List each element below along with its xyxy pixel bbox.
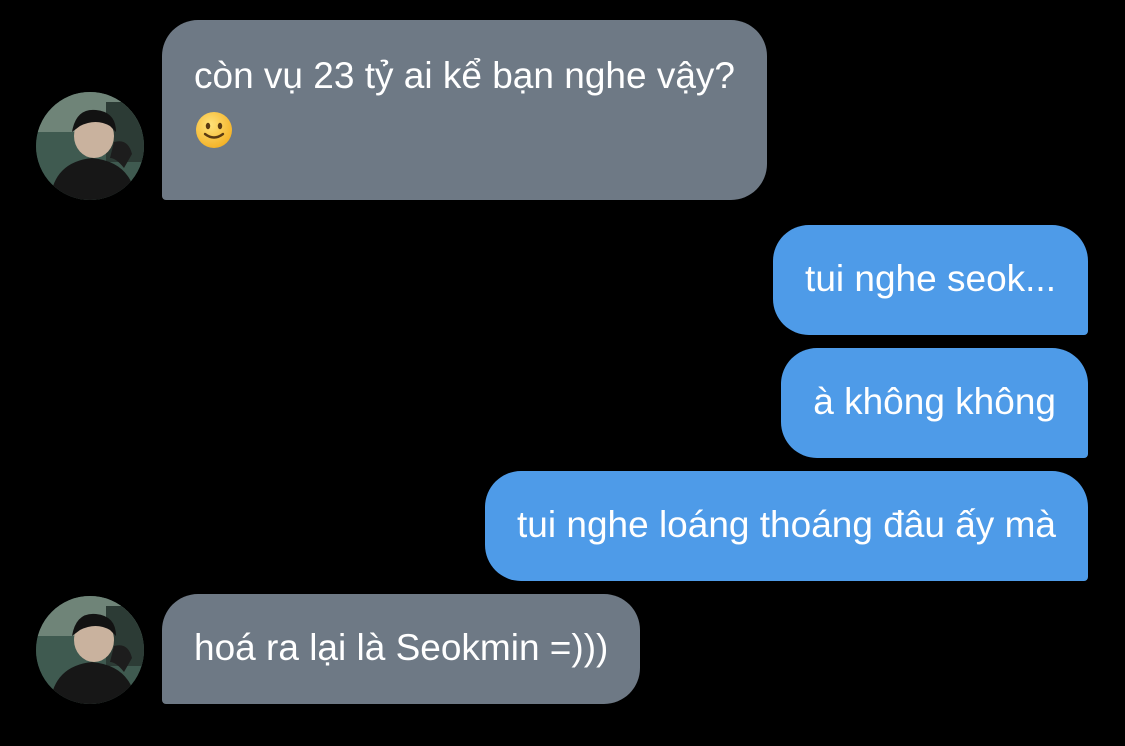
outgoing-message-bubble[interactable]: tui nghe loáng thoáng đâu ấy mà: [485, 471, 1088, 581]
avatar-photo-icon: [36, 596, 144, 704]
contact-avatar[interactable]: [36, 92, 144, 200]
incoming-message-bubble[interactable]: hoá ra lại là Seokmin =))): [162, 594, 641, 704]
message-text: còn vụ 23 tỷ ai kể bạn nghe vậy?: [194, 55, 735, 96]
message-text: à không không: [813, 381, 1056, 422]
smiley-icon: [196, 112, 232, 148]
message-text: tui nghe loáng thoáng đâu ấy mà: [517, 504, 1056, 545]
slightly-smiling-face-emoji: [194, 108, 234, 148]
message-text: tui nghe seok...: [805, 258, 1056, 299]
message-text: hoá ra lại là Seokmin =))): [194, 627, 609, 668]
avatar-photo-icon: [36, 92, 144, 200]
incoming-message-bubble[interactable]: còn vụ 23 tỷ ai kể bạn nghe vậy?: [162, 20, 767, 200]
outgoing-message-bubble[interactable]: à không không: [781, 348, 1088, 458]
outgoing-message-bubble[interactable]: tui nghe seok...: [773, 225, 1088, 335]
contact-avatar[interactable]: [36, 596, 144, 704]
